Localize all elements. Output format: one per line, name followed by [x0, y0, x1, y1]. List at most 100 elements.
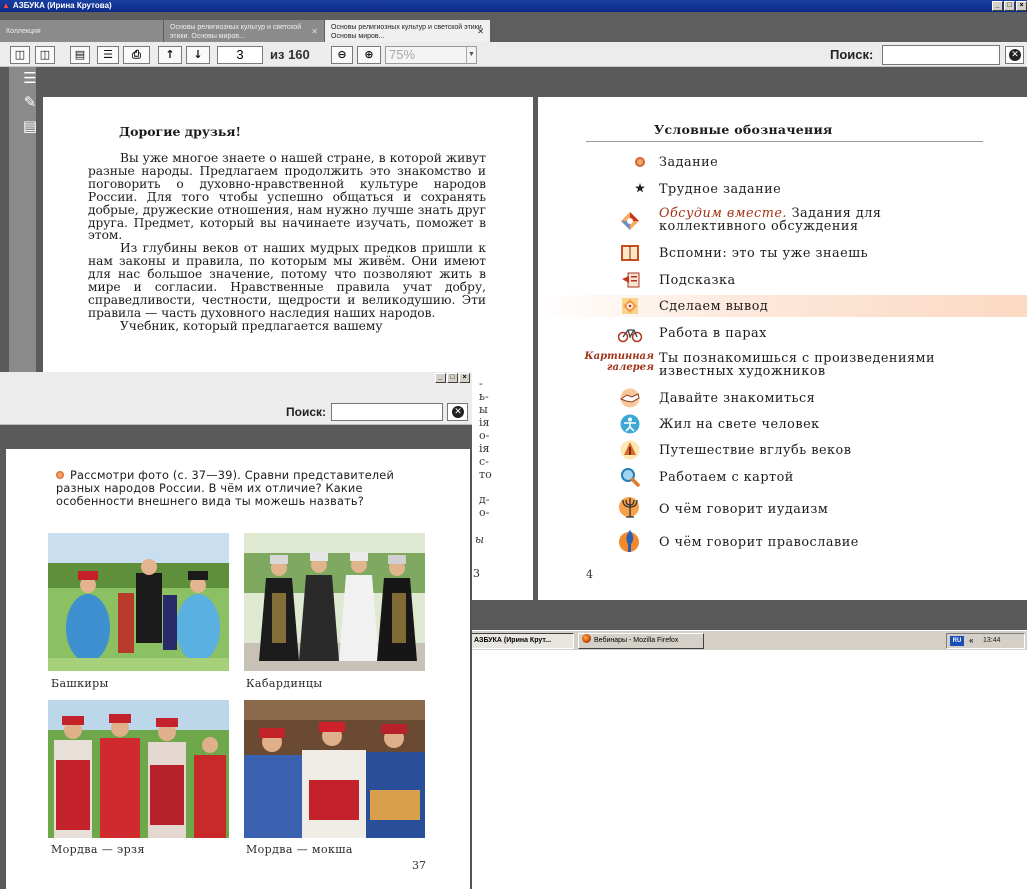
language-indicator[interactable]: RU	[950, 636, 964, 646]
paragraph: Из глубины веков от наших мудрых предков…	[88, 241, 486, 320]
photo-caption: Мордва — эрзя	[51, 843, 145, 856]
legend-item: Вспомни: это ты уже знаешь	[538, 242, 1027, 264]
clock: 13:44	[983, 637, 1001, 644]
legend-item-highlighted: Сделаем вывод	[538, 295, 1027, 317]
text-fragment: ы	[479, 403, 488, 416]
taskbar-item-azbuka[interactable]: АЗБУКА (Ирина Крут...	[470, 633, 574, 649]
legend-item: Работа в парах	[538, 322, 1027, 344]
overlay-reader-band	[0, 425, 472, 449]
legend-text: Трудное задание	[659, 182, 782, 197]
bicycle-icon	[618, 329, 642, 343]
legend-item: Работаем с картой	[538, 466, 1027, 488]
tray-expand-icon[interactable]: «	[969, 635, 973, 647]
conclusion-icon	[622, 298, 638, 314]
tab-close-icon[interactable]: ✕	[311, 27, 318, 36]
paragraph: Вы уже многое знаете о нашей стране, в к…	[88, 151, 486, 243]
paragraph: Учебник, который предлагается вашему	[120, 318, 383, 333]
zoom-out-icon[interactable]: ⊖	[331, 46, 353, 64]
legend-item: Подсказка	[538, 269, 1027, 291]
journey-icon	[620, 440, 640, 460]
search-input[interactable]	[331, 403, 443, 421]
search-label: Поиск:	[286, 405, 327, 419]
photo-caption: Кабардинцы	[246, 677, 323, 690]
app-logo-icon: ▲	[2, 1, 10, 10]
tab-label: Основы религиозных культур и светской эт…	[170, 24, 302, 40]
tab-close-icon[interactable]: ✕	[477, 27, 484, 36]
legend-text: Работаем с картой	[659, 470, 794, 485]
text-fragment: о-	[479, 429, 490, 442]
book-page-right: Условные обозначения Задание Трудное зад…	[538, 97, 1027, 600]
legend-text: Сделаем вывод	[659, 299, 769, 314]
intro-text: Вы уже многое знаете о нашей стране, в к…	[88, 152, 486, 333]
book-view-icon[interactable]: ◫	[35, 46, 55, 64]
handshake-icon	[619, 388, 640, 408]
text-fragment: ія	[479, 416, 490, 429]
legend-text: Ты познакомишься с произведениями извест…	[659, 351, 936, 379]
page-up-icon[interactable]: ↑	[158, 46, 182, 64]
minimize-button[interactable]: _	[435, 373, 446, 383]
search-label: Поиск:	[830, 47, 874, 62]
maximize-button[interactable]: □	[447, 373, 458, 383]
zoom-select[interactable]: 75% ▼	[385, 46, 477, 64]
tabs-bar: Коллекция Основы религиозных культур и с…	[0, 12, 1027, 42]
text-fragment: ія	[479, 442, 490, 455]
page-number-input[interactable]: 3	[217, 46, 263, 64]
discuss-together-icon	[621, 212, 639, 230]
tab-book-2-active[interactable]: Основы религиозных культур и светской эт…	[325, 20, 490, 42]
page-down-icon[interactable]: ↓	[186, 46, 210, 64]
clear-icon: ✕	[452, 406, 464, 418]
tab-book-1[interactable]: Основы религиозных культур и светской эт…	[164, 20, 324, 42]
legend-text: Путешествие вглубь веков	[659, 443, 852, 458]
orange-dot-icon	[635, 157, 645, 167]
print-icon[interactable]: ⎙	[123, 46, 150, 64]
tab-collection[interactable]: Коллекция	[0, 20, 163, 42]
legend-item: Обсудим вместе. Задания для коллективног…	[538, 205, 1027, 237]
close-button[interactable]: ×	[1016, 1, 1027, 11]
page-total: из 160	[270, 47, 310, 62]
menorah-icon	[619, 497, 639, 518]
text-fragment: с-	[479, 455, 489, 468]
zoom-in-icon[interactable]: ⊕	[357, 46, 381, 64]
text-fragment: -	[479, 377, 483, 390]
page-number: 3	[473, 567, 480, 580]
text-fragment: ь-	[479, 390, 489, 403]
two-page-view-icon[interactable]: ◫	[10, 46, 30, 64]
search-input[interactable]	[882, 45, 1000, 65]
legend-text: О чём говорит иудаизм	[659, 502, 829, 517]
star-icon	[635, 183, 645, 193]
system-tray: RU « 13:44	[946, 633, 1025, 649]
close-button[interactable]: ×	[459, 373, 470, 383]
orange-dot-icon	[56, 471, 64, 479]
text-fragment-italic: ы	[475, 533, 484, 546]
photo-caption: Башкиры	[51, 677, 109, 690]
book-icon	[621, 245, 639, 261]
legend-text: Давайте знакомиться	[659, 391, 816, 406]
page-title: Условные обозначения	[654, 122, 833, 137]
legend-text: Задание	[659, 155, 719, 170]
legend-item: Путешествие вглубь веков	[538, 439, 1027, 461]
minimize-button[interactable]: _	[992, 1, 1003, 11]
scroll-view-icon[interactable]: ☰	[97, 46, 119, 64]
maximize-button[interactable]: □	[1004, 1, 1015, 11]
gallery-label: Картинная галерея	[584, 351, 654, 373]
legend-item: Задание	[538, 152, 1027, 172]
legend-text: Подсказка	[659, 273, 736, 288]
legend-item: Жил на свете человек	[538, 413, 1027, 435]
page-title: Дорогие друзья!	[119, 124, 242, 139]
taskbar-item-firefox[interactable]: Вебинары - Mozilla Firefox	[578, 633, 704, 649]
tab-label: Коллекция	[6, 28, 41, 35]
church-icon	[619, 530, 639, 552]
single-page-icon[interactable]: ▤	[70, 46, 90, 64]
person-icon	[620, 414, 640, 434]
zoom-value: 75%	[389, 47, 416, 62]
search-clear-button[interactable]: ✕	[1005, 46, 1024, 64]
page-number: 4	[586, 568, 593, 581]
taskbar-item-label: Вебинары - Mozilla Firefox	[594, 637, 679, 644]
legend-text: Работа в парах	[659, 326, 767, 341]
text-fragment: то	[479, 468, 492, 481]
window-titlebar: ▲ АЗБУКА (Ирина Крутова) _ □ ×	[0, 0, 1027, 12]
clear-icon: ✕	[1009, 49, 1021, 61]
magnifier-icon	[621, 468, 640, 487]
chevron-down-icon[interactable]: ▼	[466, 47, 476, 63]
search-clear-button[interactable]: ✕	[447, 403, 468, 421]
